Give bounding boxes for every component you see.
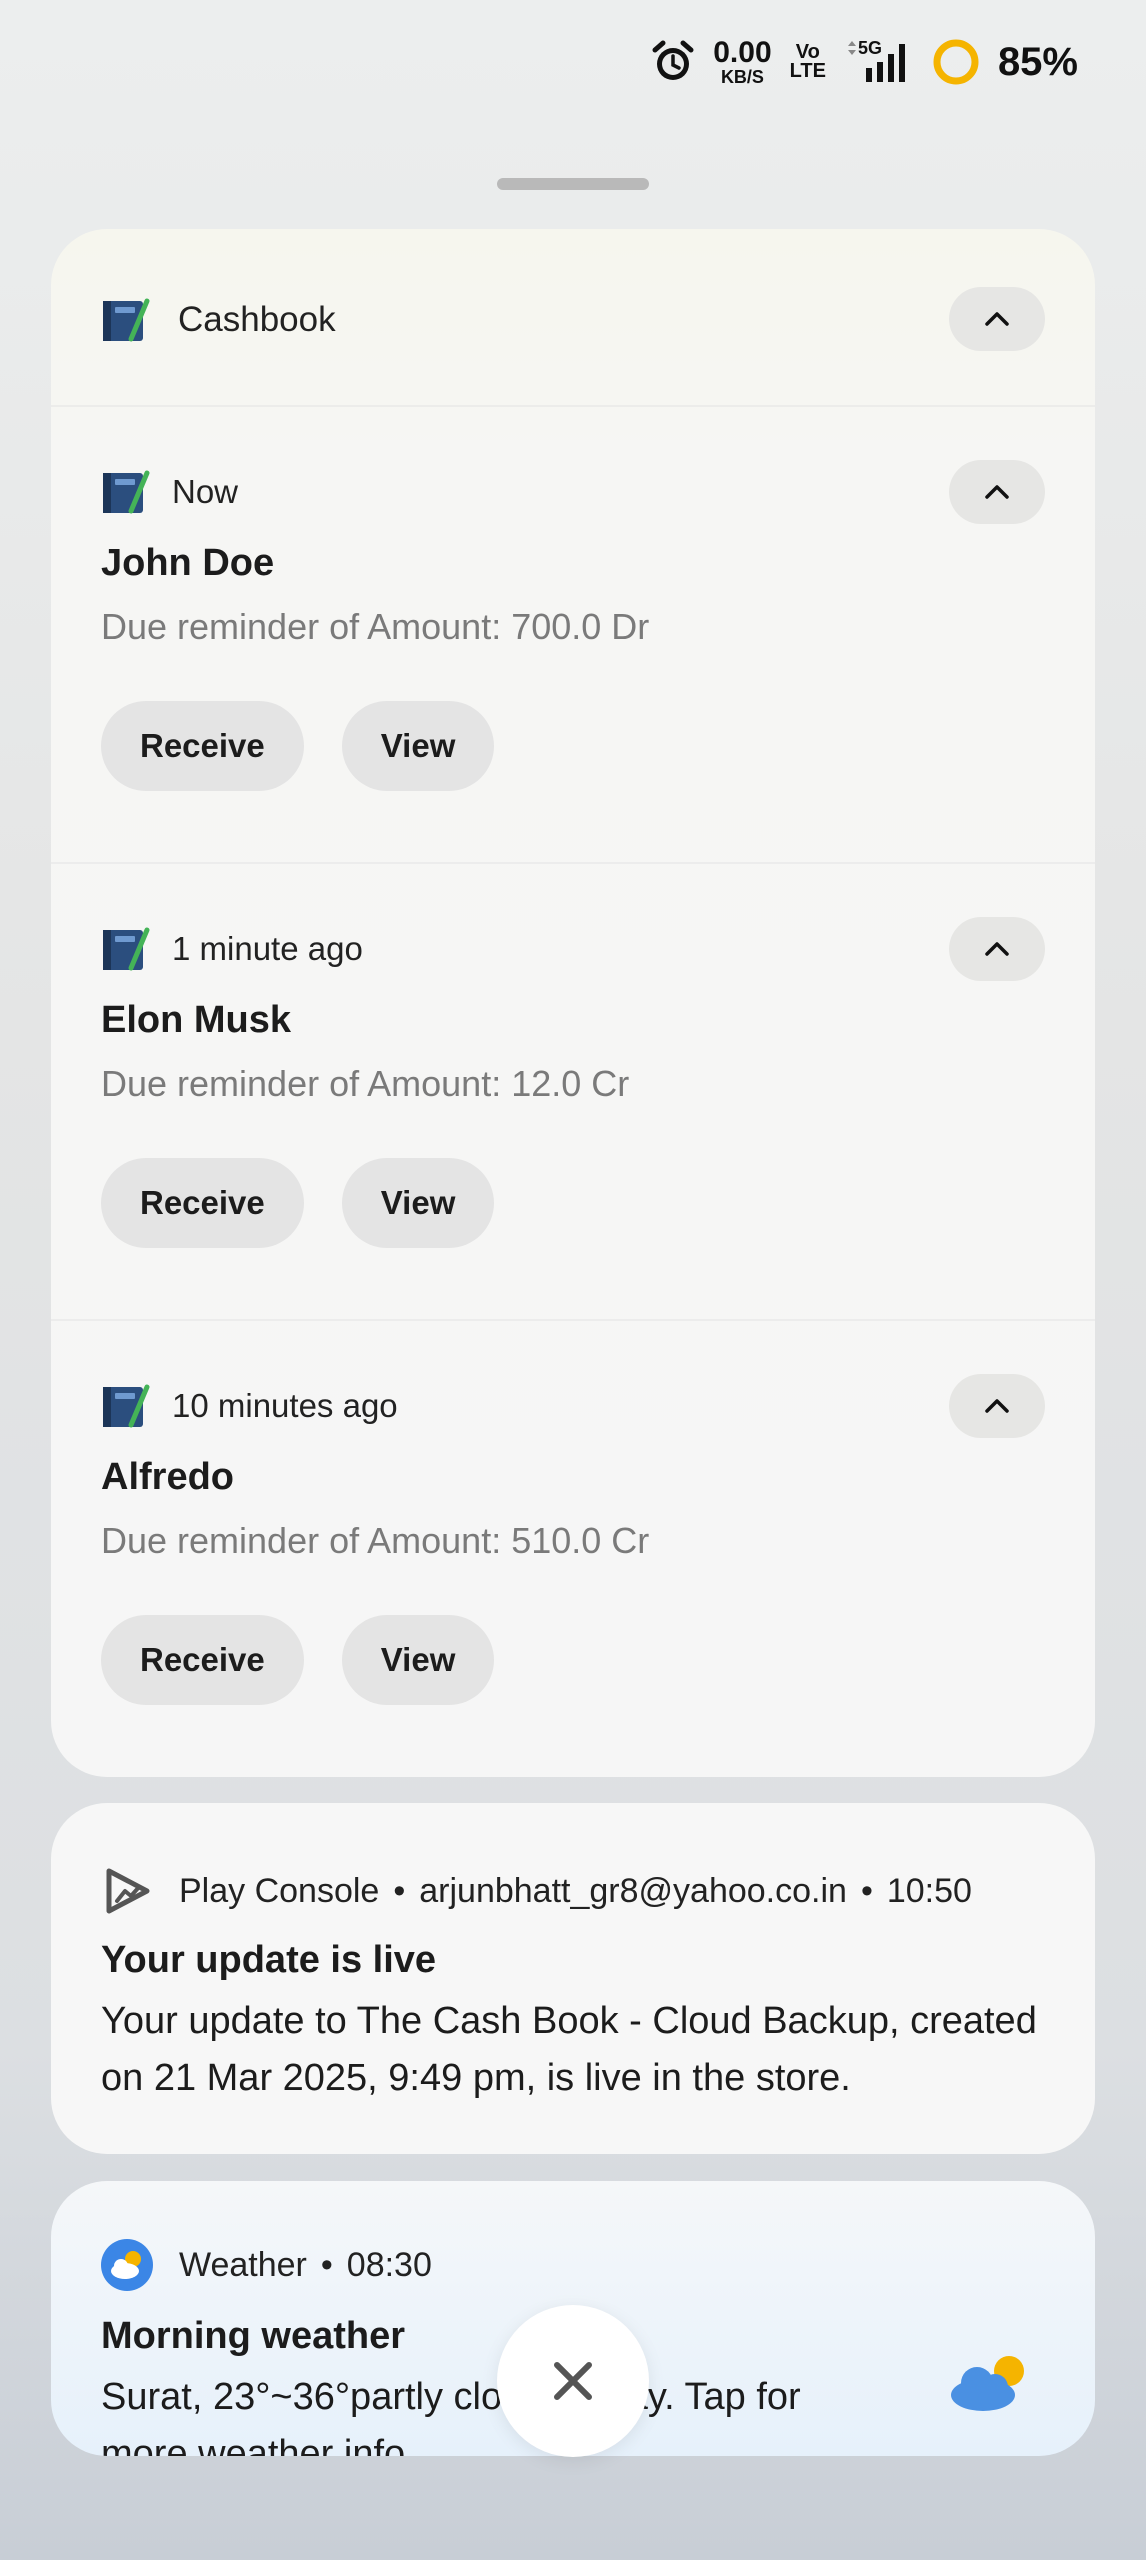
notification-body: Your update to The Cash Book - Cloud Bac… bbox=[101, 2000, 1037, 2099]
cashbook-app-icon bbox=[103, 298, 150, 342]
source-app-name: Play Console bbox=[179, 1871, 380, 1910]
signal-icon bbox=[847, 41, 905, 82]
chevron-up-icon bbox=[985, 312, 1009, 326]
notification-collapse-button[interactable] bbox=[949, 460, 1045, 524]
cashbook-app-icon bbox=[103, 1384, 150, 1428]
speed-unit: KB/S bbox=[720, 67, 764, 87]
notification-title: Your update is live bbox=[101, 1939, 437, 1981]
alarm-icon bbox=[652, 40, 694, 80]
cashbook-app-icon bbox=[103, 470, 150, 514]
source-account: arjunbhatt_gr8@yahoo.co.in bbox=[419, 1871, 847, 1910]
notification-source-row: Weather • 08:30 bbox=[101, 2239, 432, 2291]
notification-time: Now bbox=[172, 473, 239, 510]
view-button[interactable]: View bbox=[341, 1615, 495, 1705]
receive-button[interactable]: Receive bbox=[101, 701, 304, 791]
source-time: 08:30 bbox=[346, 2245, 432, 2284]
battery-percent: 85% bbox=[997, 39, 1078, 84]
chevron-up-icon bbox=[985, 1399, 1009, 1413]
speed-value: 0.00 bbox=[713, 36, 772, 69]
notification-title: Morning weather bbox=[101, 2315, 406, 2357]
notification-time: 1 minute ago bbox=[172, 930, 363, 967]
drag-handle[interactable] bbox=[497, 178, 649, 190]
notification-message: Due reminder of Amount: 700.0 Dr bbox=[101, 606, 650, 647]
notification-title: John Doe bbox=[101, 542, 275, 584]
play-console-icon bbox=[101, 1865, 153, 1917]
notification-title: Alfredo bbox=[101, 1456, 234, 1498]
view-button[interactable]: View bbox=[341, 701, 495, 791]
notification-message: Due reminder of Amount: 510.0 Cr bbox=[101, 1520, 650, 1561]
volte-indicator: Vo LTE bbox=[789, 41, 826, 82]
group-app-name: Cashbook bbox=[178, 300, 336, 339]
group-header[interactable]: Cashbook bbox=[51, 229, 1095, 407]
source-app-name: Weather bbox=[179, 2245, 307, 2284]
notification-actions: Receive View bbox=[101, 701, 495, 791]
notification-collapse-button[interactable] bbox=[949, 917, 1045, 981]
notification-message: Due reminder of Amount: 12.0 Cr bbox=[101, 1063, 630, 1104]
chevron-up-icon bbox=[985, 942, 1009, 956]
notification-item[interactable]: Now John Doe Due reminder of Amount: 700… bbox=[51, 407, 1095, 864]
receive-button[interactable]: Receive bbox=[101, 1615, 304, 1705]
play-console-notification[interactable]: Play Console • arjunbhatt_gr8@yahoo.co.i… bbox=[51, 1803, 1095, 2154]
partly-cloudy-icon bbox=[951, 2356, 1024, 2411]
notification-collapse-button[interactable] bbox=[949, 1374, 1045, 1438]
network-speed: 0.00 KB/S bbox=[713, 36, 772, 87]
cashbook-notification-group[interactable]: Cashbook Now John Doe Due reminder of Am… bbox=[51, 229, 1095, 1777]
view-button[interactable]: View bbox=[341, 1158, 495, 1248]
receive-button[interactable]: Receive bbox=[101, 1158, 304, 1248]
notification-item[interactable]: 10 minutes ago Alfredo Due reminder of A… bbox=[51, 1321, 1095, 1777]
group-collapse-button[interactable] bbox=[949, 287, 1045, 351]
cashbook-app-icon bbox=[103, 927, 150, 971]
notification-actions: Receive View bbox=[101, 1158, 495, 1248]
notification-title: Elon Musk bbox=[101, 999, 292, 1041]
dismiss-all-button[interactable] bbox=[497, 2305, 649, 2457]
notification-body: Surat, 23°~36°partly cloudy today. Tap f… bbox=[101, 2376, 801, 2456]
signal-indicator: 5G bbox=[844, 38, 914, 84]
source-time: 10:50 bbox=[886, 1871, 972, 1910]
chevron-up-icon bbox=[985, 485, 1009, 499]
notification-actions: Receive View bbox=[101, 1615, 495, 1705]
notification-item[interactable]: 1 minute ago Elon Musk Due reminder of A… bbox=[51, 864, 1095, 1321]
battery-ring-icon bbox=[933, 39, 979, 85]
weather-app-icon bbox=[101, 2239, 153, 2291]
notification-source-row: Play Console • arjunbhatt_gr8@yahoo.co.i… bbox=[101, 1865, 972, 1917]
status-bar: 0.00 KB/S Vo LTE 5G 85% bbox=[651, 34, 1078, 90]
notification-time: 10 minutes ago bbox=[172, 1387, 398, 1424]
close-icon bbox=[554, 2362, 592, 2400]
